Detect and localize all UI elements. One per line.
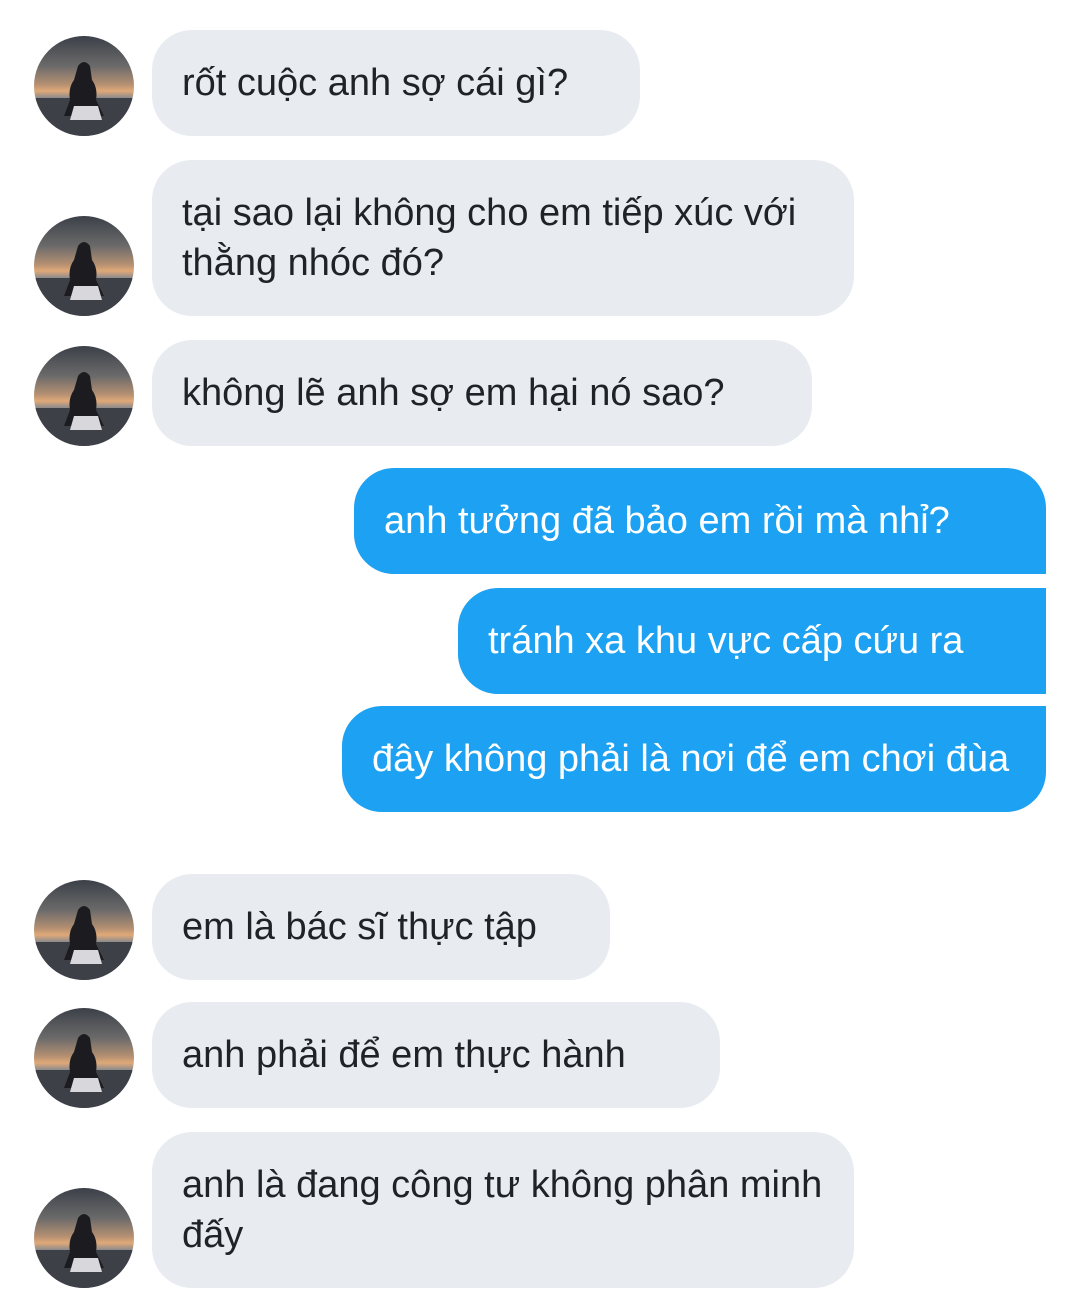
message-text: anh phải để em thực hành: [182, 1034, 626, 1076]
incoming-message[interactable]: không lẽ anh sợ em hại nó sao?: [152, 340, 812, 446]
outgoing-message[interactable]: tránh xa khu vực cấp cứu ra: [458, 588, 1046, 694]
avatar-photo-icon: [34, 1034, 134, 1108]
contact-avatar[interactable]: [34, 216, 134, 316]
avatar-photo-icon: [34, 1214, 134, 1288]
message-text: anh là đang công tư không phân minh đấy: [182, 1164, 823, 1256]
message-text: em là bác sĩ thực tập: [182, 906, 537, 948]
outgoing-message[interactable]: đây không phải là nơi để em chơi đùa: [342, 706, 1046, 812]
outgoing-message[interactable]: anh tưởng đã bảo em rồi mà nhỉ?: [354, 468, 1046, 574]
incoming-message[interactable]: em là bác sĩ thực tập: [152, 874, 610, 980]
contact-avatar[interactable]: [34, 36, 134, 136]
incoming-message[interactable]: tại sao lại không cho em tiếp xúc với th…: [152, 160, 854, 316]
contact-avatar[interactable]: [34, 880, 134, 980]
message-text: tại sao lại không cho em tiếp xúc với th…: [182, 192, 797, 284]
message-text: rốt cuộc anh sợ cái gì?: [182, 62, 569, 104]
contact-avatar[interactable]: [34, 1008, 134, 1108]
incoming-message[interactable]: rốt cuộc anh sợ cái gì?: [152, 30, 640, 136]
incoming-message[interactable]: anh là đang công tư không phân minh đấy: [152, 1132, 854, 1288]
contact-avatar[interactable]: [34, 346, 134, 446]
avatar-photo-icon: [34, 372, 134, 446]
message-text: đây không phải là nơi để em chơi đùa: [372, 738, 1010, 780]
message-text: anh tưởng đã bảo em rồi mà nhỉ?: [384, 500, 950, 542]
avatar-photo-icon: [34, 242, 134, 316]
message-text: không lẽ anh sợ em hại nó sao?: [182, 372, 725, 414]
incoming-message[interactable]: anh phải để em thực hành: [152, 1002, 720, 1108]
avatar-photo-icon: [34, 62, 134, 136]
contact-avatar[interactable]: [34, 1188, 134, 1288]
avatar-photo-icon: [34, 906, 134, 980]
message-text: tránh xa khu vực cấp cứu ra: [488, 620, 964, 662]
